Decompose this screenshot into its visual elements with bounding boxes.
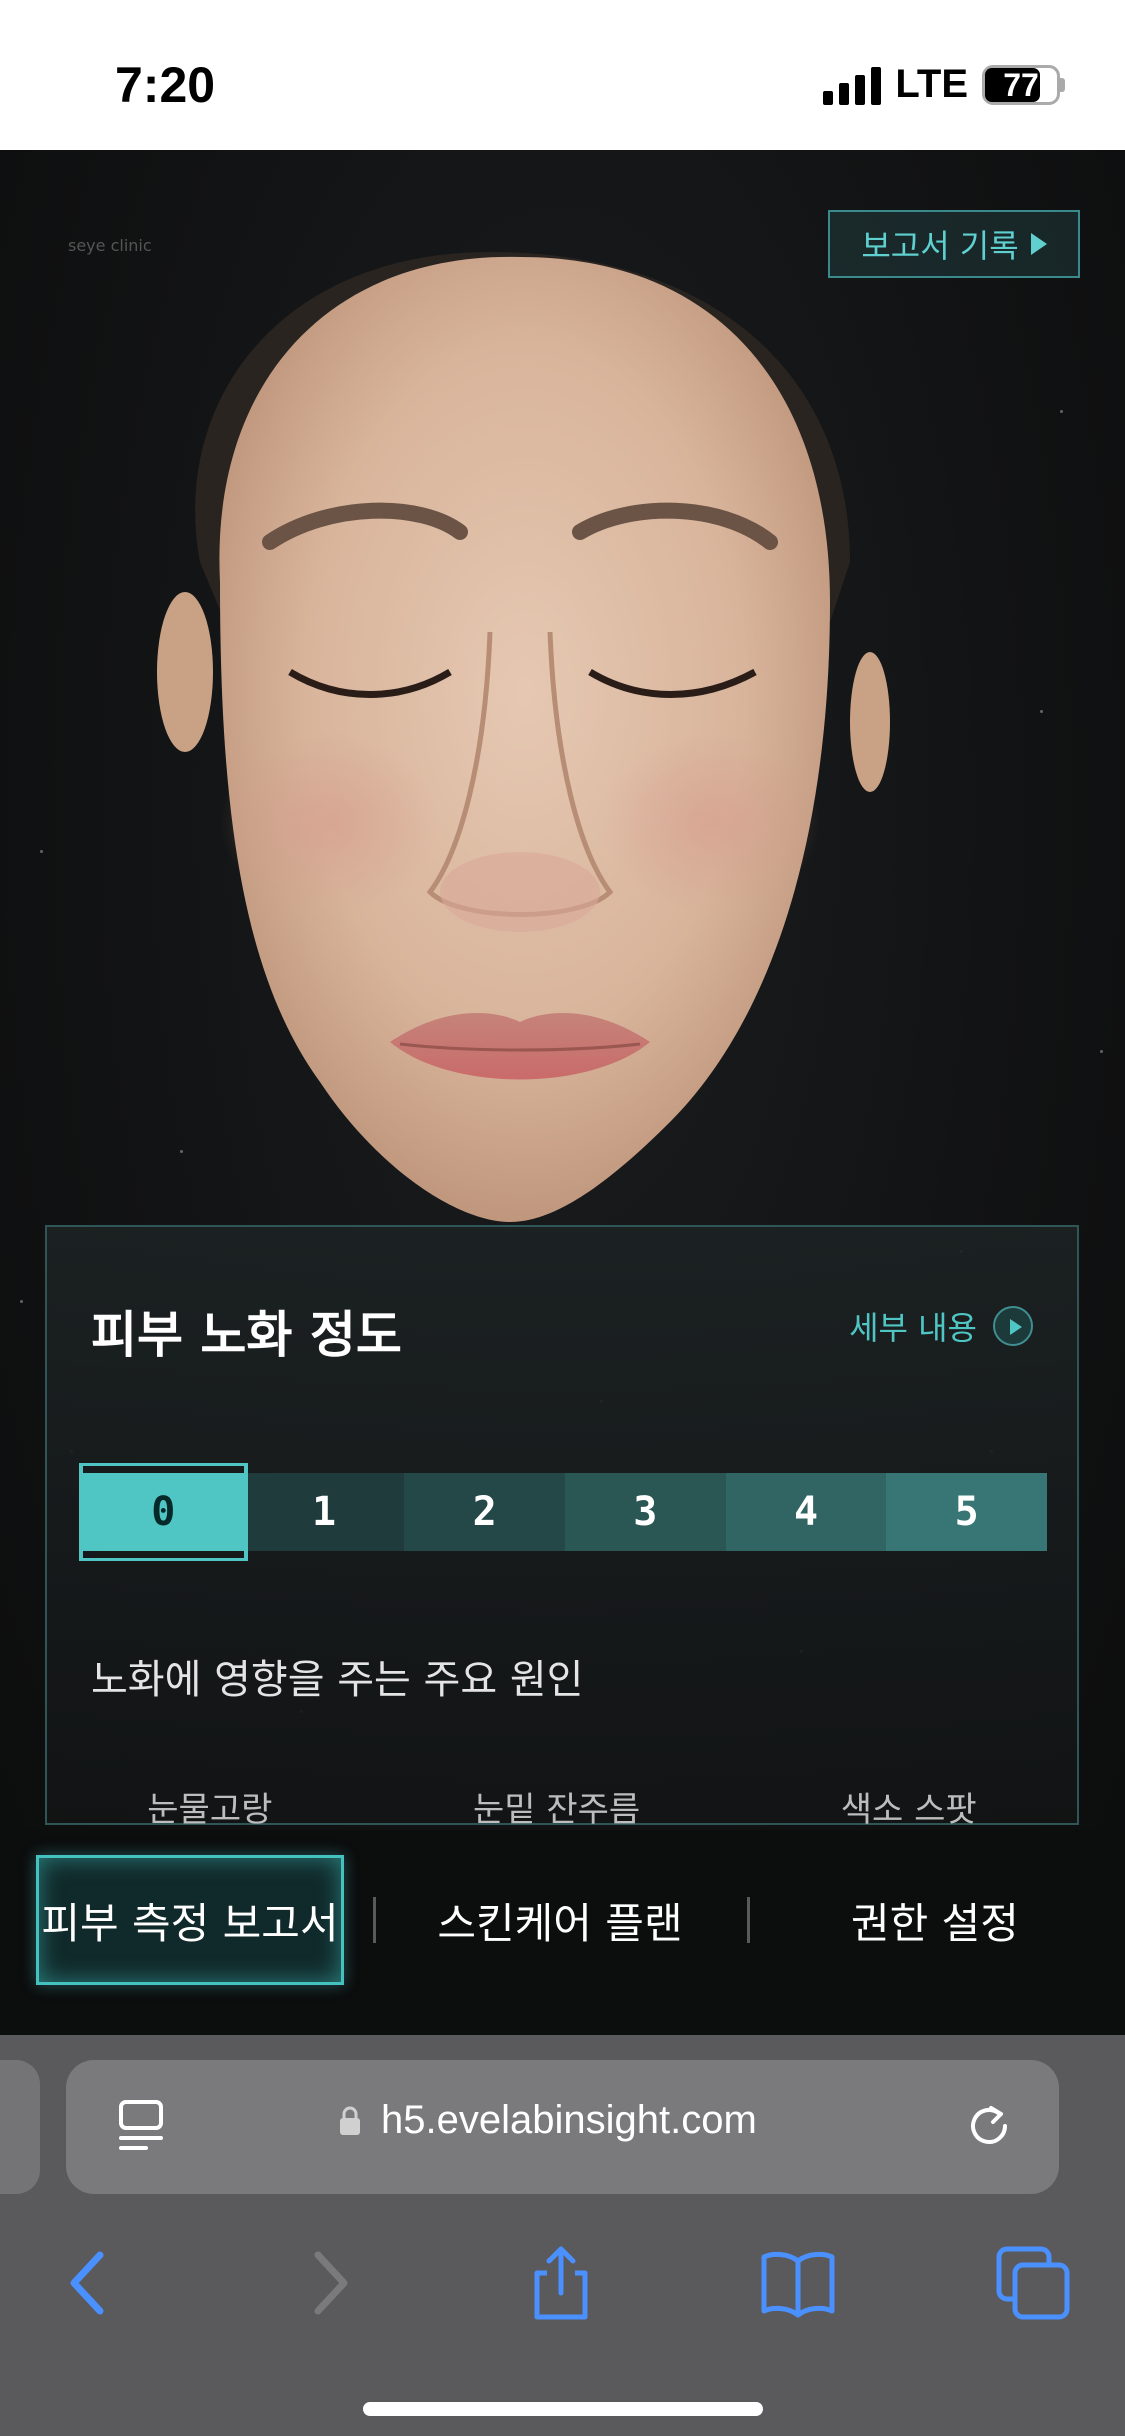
detail-link[interactable]: 세부 내용 bbox=[849, 1303, 1033, 1349]
battery-level: 77 bbox=[1003, 66, 1039, 103]
network-label: LTE bbox=[895, 62, 968, 106]
forward-icon[interactable] bbox=[290, 2245, 366, 2321]
browser-chrome: h5.evelabinsight.com bbox=[0, 2035, 1125, 2436]
scale-level-4: 4 bbox=[725, 1473, 887, 1551]
battery-icon: 77 bbox=[982, 64, 1060, 105]
tabs-icon[interactable] bbox=[995, 2245, 1071, 2321]
cause-item: 눈밑 잔주름 bbox=[472, 1790, 641, 1830]
tab-skincare-plan[interactable]: 스킨케어 플랜 bbox=[390, 1855, 730, 1985]
web-content: seye clinic 보고서 기록 피부 노화 정도 세부 내용 0 1 2 … bbox=[0, 150, 1125, 2035]
back-icon[interactable] bbox=[50, 2245, 126, 2321]
scale-level-0: 0 bbox=[79, 1463, 248, 1561]
cause-item: 색소 스팟 bbox=[840, 1790, 977, 1830]
scale-level-3: 3 bbox=[565, 1473, 726, 1551]
scale-level-1: 1 bbox=[243, 1473, 405, 1551]
circle-arrow-icon bbox=[993, 1306, 1033, 1346]
status-time: 7:20 bbox=[115, 57, 216, 113]
home-indicator[interactable] bbox=[363, 2402, 763, 2416]
scale-level-2: 2 bbox=[404, 1473, 566, 1551]
tab-permission-settings[interactable]: 권한 설정 bbox=[770, 1855, 1100, 1985]
causes-list: 눈물고랑 눈밑 잔주름 색소 스팟 bbox=[47, 1782, 1077, 1831]
aging-level-scale: 012345 bbox=[79, 1463, 1048, 1561]
card-title: 피부 노화 정도 bbox=[91, 1306, 402, 1364]
skin-aging-card: 피부 노화 정도 세부 내용 012345 노화에 영향을 주는 주요 원인 눈… bbox=[45, 1225, 1079, 1830]
causes-title: 노화에 영향을 주는 주요 원인 bbox=[91, 1657, 584, 1703]
previous-tab-preview[interactable] bbox=[0, 2060, 40, 2194]
bookmarks-icon[interactable] bbox=[760, 2245, 836, 2321]
tab-divider bbox=[747, 1897, 750, 1943]
cause-item: 눈물고랑 bbox=[147, 1790, 273, 1830]
scale-level-5: 5 bbox=[886, 1473, 1048, 1551]
tab-skin-report[interactable]: 피부 측정 보고서 bbox=[36, 1855, 344, 1985]
reload-icon[interactable] bbox=[961, 2098, 1017, 2154]
share-icon[interactable] bbox=[523, 2245, 599, 2321]
url-text: h5.evelabinsight.com bbox=[381, 2098, 757, 2142]
status-bar: 7:20 LTE 77 bbox=[0, 0, 1125, 150]
play-arrow-icon bbox=[1030, 233, 1047, 255]
face-scan-image bbox=[130, 202, 910, 1232]
address-bar[interactable]: h5.evelabinsight.com bbox=[66, 2060, 1059, 2194]
signal-icon bbox=[823, 65, 882, 105]
browser-toolbar bbox=[0, 2225, 1125, 2345]
tab-divider bbox=[373, 1897, 376, 1943]
detail-link-label: 세부 내용 bbox=[849, 1309, 977, 1347]
page-menu-icon[interactable] bbox=[116, 2098, 166, 2154]
lock-icon bbox=[340, 2106, 360, 2135]
status-indicators: LTE 77 bbox=[823, 62, 1065, 107]
